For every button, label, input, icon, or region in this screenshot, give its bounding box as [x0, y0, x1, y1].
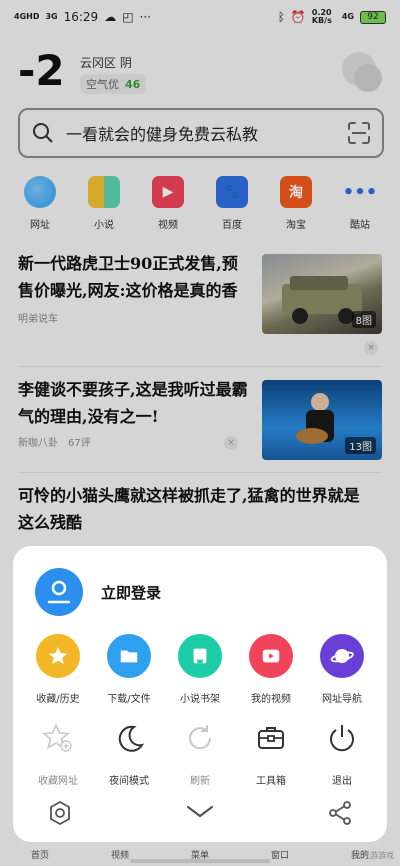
nav-video[interactable]: 视频: [111, 848, 129, 866]
settings-icon[interactable]: [47, 800, 73, 830]
nav-windows[interactable]: 窗口: [271, 848, 289, 866]
sheet-bottom-bar: [13, 794, 387, 834]
book-icon: [178, 634, 222, 678]
menu-downloads[interactable]: 下载/文件: [94, 634, 164, 705]
star-icon: [36, 634, 80, 678]
share-icon[interactable]: [327, 800, 353, 830]
watermark: 九游游戏: [362, 851, 394, 860]
folder-icon: [107, 634, 151, 678]
moon-icon: [107, 716, 151, 760]
menu-label: 刷新: [190, 776, 210, 787]
menu-label: 收藏/历史: [36, 694, 80, 705]
menu-row-secondary: 收藏网址 夜间模式 刷新 工具箱 退出: [23, 716, 377, 787]
menu-label: 我的视频: [251, 694, 291, 705]
star-add-icon: [36, 716, 80, 760]
menu-label: 收藏网址: [38, 776, 78, 787]
refresh-icon: [178, 716, 222, 760]
menu-label: 夜间模式: [109, 776, 149, 787]
login-row[interactable]: 立即登录: [35, 568, 161, 616]
chevron-down-icon[interactable]: [185, 804, 215, 824]
menu-label: 小说书架: [180, 694, 220, 705]
menu-url-nav[interactable]: 网址导航: [307, 634, 377, 705]
menu-toolbox[interactable]: 工具箱: [236, 716, 306, 787]
menu-label: 工具箱: [256, 776, 286, 787]
menu-exit[interactable]: 退出: [307, 716, 377, 787]
menu-sheet: 立即登录 收藏/历史 下载/文件 小说书架 我的视频 网址导航 收藏网址 夜间模…: [13, 546, 387, 842]
menu-row-primary: 收藏/历史 下载/文件 小说书架 我的视频 网址导航: [23, 634, 377, 705]
login-label: 立即登录: [101, 583, 162, 602]
avatar-icon: [35, 568, 83, 616]
menu-label: 退出: [332, 776, 352, 787]
menu-bookshelf[interactable]: 小说书架: [165, 634, 235, 705]
menu-my-videos[interactable]: 我的视频: [236, 634, 306, 705]
menu-label: 网址导航: [322, 694, 362, 705]
nav-menu[interactable]: 菜单: [191, 848, 209, 866]
power-icon: [320, 716, 364, 760]
play-icon: [249, 634, 293, 678]
planet-icon: [320, 634, 364, 678]
menu-label: 下载/文件: [107, 694, 151, 705]
bottom-navbar: 首页 视频 菜单 窗口 我的: [0, 848, 400, 866]
menu-add-bookmark[interactable]: 收藏网址: [23, 716, 93, 787]
menu-favorites-history[interactable]: 收藏/历史: [23, 634, 93, 705]
home-indicator[interactable]: [130, 859, 270, 863]
menu-night-mode[interactable]: 夜间模式: [94, 716, 164, 787]
nav-home[interactable]: 首页: [31, 848, 49, 866]
menu-refresh[interactable]: 刷新: [165, 716, 235, 787]
toolbox-icon: [249, 716, 293, 760]
